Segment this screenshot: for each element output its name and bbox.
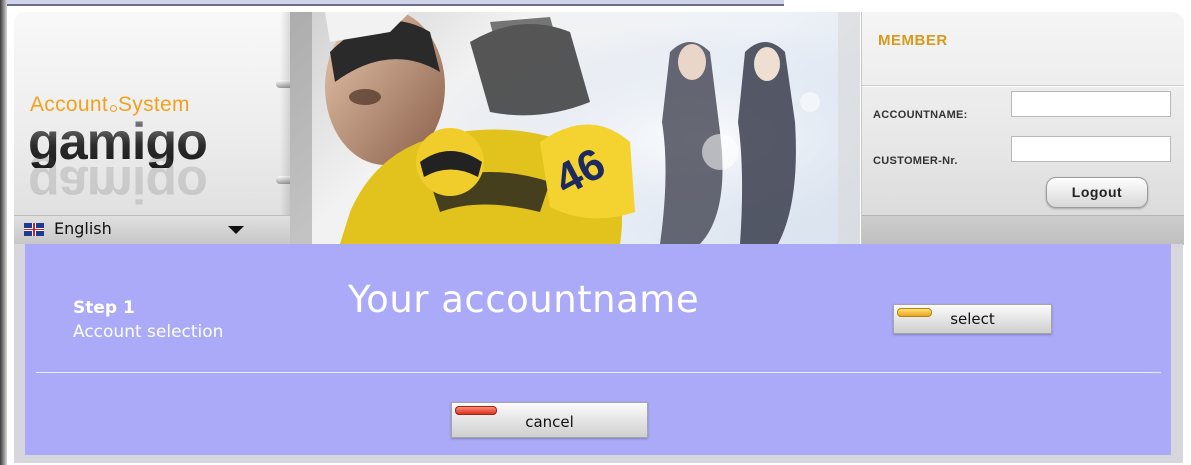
member-panel: MEMBER ACCOUNTNAME: CUSTOMER-Nr. Logout	[861, 12, 1184, 245]
customer-nr-input[interactable]	[1011, 136, 1171, 162]
language-label: English	[54, 219, 112, 238]
red-pill-icon	[455, 406, 497, 415]
binder-ring	[276, 80, 290, 88]
caret-down-icon[interactable]	[228, 226, 244, 234]
tagline-dot	[109, 105, 117, 112]
step-title: Step 1	[73, 298, 135, 318]
step-subtitle: Account selection	[73, 322, 224, 342]
cancel-button-label: cancel	[525, 413, 574, 431]
binder-ring	[276, 176, 290, 184]
language-selector[interactable]: English	[14, 215, 290, 244]
cancel-button[interactable]: cancel	[451, 402, 648, 438]
window-frame-left	[0, 0, 7, 465]
logout-button[interactable]: Logout	[1046, 177, 1148, 208]
yellow-pill-icon	[897, 308, 932, 317]
uk-flag-icon	[24, 223, 44, 236]
customer-nr-label: CUSTOMER-Nr.	[873, 155, 958, 167]
member-panel-footer	[862, 215, 1184, 245]
hero-banner: 46	[290, 12, 860, 244]
brand-logo-reflection: gamigo	[28, 155, 207, 213]
content-divider	[36, 372, 1161, 373]
accountname-input[interactable]	[1011, 91, 1171, 117]
select-button[interactable]: select	[893, 304, 1052, 334]
banner-artwork: 46	[290, 12, 860, 244]
logo-panel: Account System gamigo gamigo	[14, 12, 290, 242]
accountname-label: ACCOUNTNAME:	[873, 109, 968, 121]
member-title: MEMBER	[878, 32, 948, 49]
account-selection-panel: Step 1 Account selection Your accountnam…	[25, 244, 1171, 455]
content-frame: Step 1 Account selection Your accountnam…	[14, 244, 1183, 463]
select-button-label: select	[950, 310, 995, 328]
window-frame-top-line	[7, 4, 784, 6]
member-divider	[862, 85, 1184, 87]
page-heading: Your accountname	[348, 278, 700, 321]
